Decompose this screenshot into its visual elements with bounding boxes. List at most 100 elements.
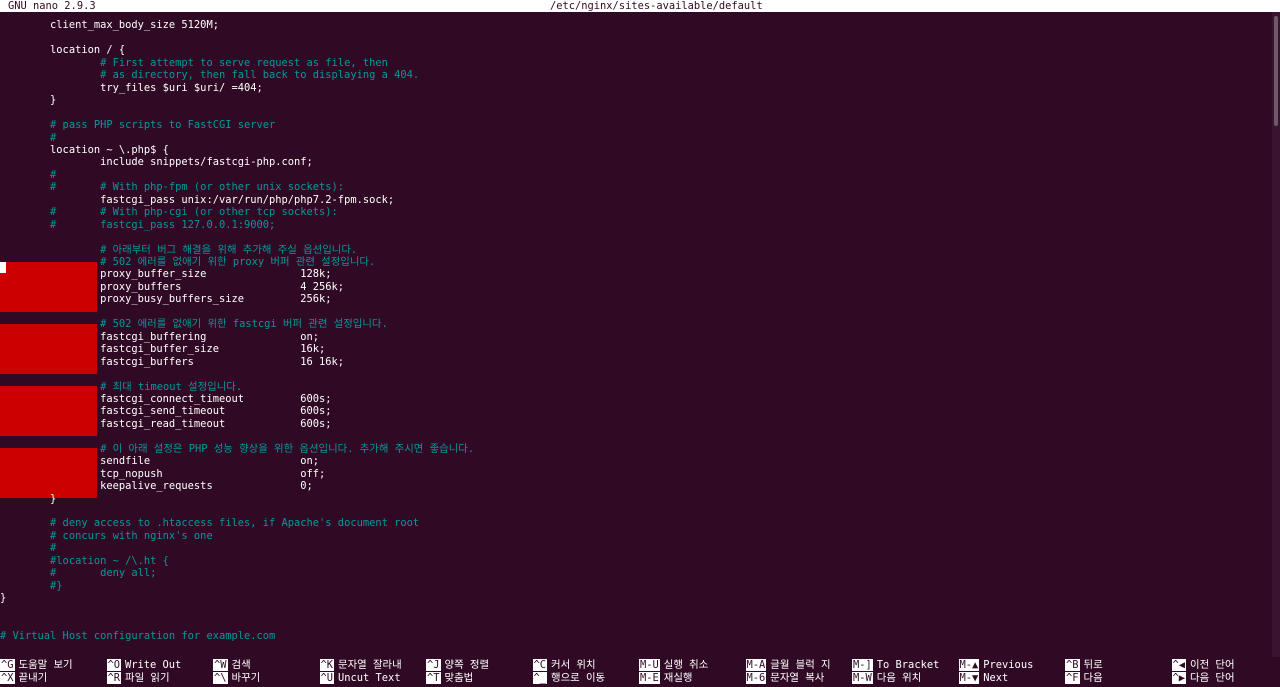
code-line: } bbox=[0, 492, 57, 505]
shortcut-key: ^▶ bbox=[1171, 672, 1187, 684]
shortcut-label: 뒤로 bbox=[1083, 659, 1103, 671]
code-comment-line: # 이 아래 설정은 PHP 성능 향상을 위한 옵션입니다. 추가해 주시면 … bbox=[0, 442, 475, 455]
code-line: sendfile on; bbox=[0, 455, 320, 468]
code-line: proxy_buffers 4 256k; bbox=[0, 280, 345, 293]
shortcut-item[interactable]: ^U Uncut Text bbox=[319, 672, 401, 684]
shortcut-label: Write Out bbox=[125, 659, 182, 671]
code-comment-line: # 502 에러를 없애기 위한 fastcgi 버퍼 관련 설정입니다. bbox=[0, 318, 388, 331]
shortcut-key: M-6 bbox=[745, 672, 767, 684]
shortcut-label: 맞춤법 bbox=[444, 672, 474, 684]
shortcut-item[interactable]: M-E 재실행 bbox=[639, 672, 692, 684]
shortcut-item[interactable]: ^J 양쪽 정렬 bbox=[426, 659, 489, 671]
code-line: location / { bbox=[0, 44, 126, 57]
shortcut-item[interactable]: M-6 문자열 복사 bbox=[745, 672, 825, 684]
shortcut-item[interactable]: ^\ 바꾸기 bbox=[213, 672, 260, 684]
shortcut-label: 행으로 이동 bbox=[551, 672, 606, 684]
shortcut-item[interactable]: M-] To Bracket bbox=[852, 659, 939, 671]
shortcut-key: M-W bbox=[852, 672, 873, 684]
shortcut-key: ^\ bbox=[213, 672, 228, 684]
shortcut-item[interactable]: ^W 검색 bbox=[213, 659, 251, 671]
shortcut-item[interactable]: ^B 뒤로 bbox=[1065, 659, 1103, 671]
shortcut-item[interactable]: M-A 글월 블럭 지 bbox=[745, 659, 831, 671]
shortcut-item[interactable]: ^_ 행으로 이동 bbox=[532, 672, 606, 684]
code-line: include snippets/fastcgi-php.conf; bbox=[0, 156, 313, 169]
code-line: fastcgi_send_timeout 600s; bbox=[0, 405, 332, 418]
shortcut-key: ^F bbox=[1065, 672, 1080, 684]
shortcut-item[interactable]: ^C 커서 위치 bbox=[532, 659, 596, 671]
code-comment-line: # # With php-cgi (or other tcp sockets): bbox=[0, 206, 338, 219]
shortcut-item[interactable]: ^◀ 이전 단어 bbox=[1171, 659, 1235, 671]
code-comment-line: # 최대 timeout 설정입니다. bbox=[0, 380, 243, 393]
code-comment-line: # as directory, then fall back to displa… bbox=[0, 69, 420, 82]
shortcut-label: 바꾸기 bbox=[231, 672, 261, 684]
code-comment-line: # concurs with nginx's one bbox=[0, 529, 213, 542]
shortcut-key: ^B bbox=[1065, 659, 1080, 671]
shortcut-item[interactable]: M-U 실행 취소 bbox=[639, 659, 708, 671]
shortcut-label: Next bbox=[983, 672, 1009, 684]
code-line: keepalive_requests 0; bbox=[0, 480, 313, 493]
shortcut-key: ^G bbox=[0, 659, 15, 671]
shortcut-item[interactable]: ^G 도움말 보기 bbox=[0, 659, 73, 671]
code-comment-line: # 아래부터 버그 해결을 위해 추가해 주실 옵션입니다. bbox=[0, 243, 358, 256]
shortcut-item[interactable]: ^▶ 다음 단어 bbox=[1171, 672, 1235, 684]
shortcut-key: ^K bbox=[319, 659, 335, 671]
nano-title-bar: GNU nano 2.9.3 /etc/nginx/sites-availabl… bbox=[0, 0, 1280, 12]
code-line: proxy_busy_buffers_size 256k; bbox=[0, 293, 332, 306]
shortcut-label: To Bracket bbox=[876, 659, 940, 671]
shortcut-item[interactable]: ^F 다음 bbox=[1065, 672, 1103, 684]
shortcut-item[interactable]: M-▼ Next bbox=[958, 672, 1009, 684]
shortcut-item[interactable]: ^R 파일 읽기 bbox=[106, 672, 170, 684]
code-line: fastcgi_buffers 16 16k; bbox=[0, 355, 345, 368]
code-line: fastcgi_connect_timeout 600s; bbox=[0, 392, 332, 405]
shortcut-label: 양쪽 정렬 bbox=[444, 659, 490, 671]
shortcut-key: ^T bbox=[426, 672, 441, 684]
shortcut-item[interactable]: ^K 문자열 잘라내 bbox=[319, 659, 402, 671]
shortcut-key: M-A bbox=[745, 659, 767, 671]
shortcut-key: ^R bbox=[106, 672, 122, 684]
code-comment-line: # First attempt to serve request as file… bbox=[0, 56, 388, 69]
shortcut-label: 재실행 bbox=[663, 672, 693, 684]
shortcut-item[interactable]: ^T 맞춤법 bbox=[426, 672, 473, 684]
code-comment-line: # Virtual Host configuration for example… bbox=[0, 629, 276, 642]
shortcut-label: Previous bbox=[983, 659, 1034, 671]
shortcut-key: M-▲ bbox=[958, 659, 980, 671]
code-comment-line: # bbox=[0, 131, 57, 144]
shortcut-item[interactable]: ^X 끝내기 bbox=[0, 672, 47, 684]
shortcut-key: ^X bbox=[0, 672, 15, 684]
shortcut-label: 실행 취소 bbox=[663, 659, 709, 671]
code-line: fastcgi_buffer_size 16k; bbox=[0, 343, 326, 356]
shortcut-key: M-▼ bbox=[958, 672, 980, 684]
code-line: fastcgi_read_timeout 600s; bbox=[0, 417, 332, 430]
code-line: proxy_buffer_size 128k; bbox=[0, 268, 332, 281]
code-line: } bbox=[0, 94, 57, 107]
code-comment-line: # deny access to .htaccess files, if Apa… bbox=[0, 517, 420, 530]
code-comment-line: # 502 에러를 없애기 위한 proxy 버퍼 관련 설정입니다. bbox=[0, 256, 376, 268]
shortcut-key: ^_ bbox=[532, 672, 548, 684]
shortcut-item[interactable]: ^O Write Out bbox=[106, 659, 182, 671]
code-comment-line: # bbox=[0, 168, 57, 181]
shortcut-label: 다음 bbox=[1083, 672, 1103, 684]
shortcut-label: 이전 단어 bbox=[1190, 659, 1235, 671]
shortcut-key: ^W bbox=[213, 659, 228, 671]
code-line: try_files $uri $uri/ =404; bbox=[0, 81, 263, 94]
code-line: tcp_nopush off; bbox=[0, 467, 326, 480]
scrollbar-thumb[interactable] bbox=[1274, 16, 1278, 126]
shortcut-item[interactable]: M-▲ Previous bbox=[958, 659, 1034, 671]
shortcut-label: 문자열 복사 bbox=[770, 672, 825, 684]
scrollbar[interactable] bbox=[1272, 12, 1280, 657]
shortcut-item[interactable]: M-W 다음 위치 bbox=[852, 672, 921, 684]
code-comment-line: # pass PHP scripts to FastCGI server bbox=[0, 119, 276, 132]
shortcut-key: ^◀ bbox=[1171, 659, 1187, 671]
code-line: fastcgi_pass unix:/var/run/php/php7.2-fp… bbox=[0, 193, 395, 206]
shortcut-label: Uncut Text bbox=[338, 672, 401, 684]
code-line: client_max_body_size 5120M; bbox=[0, 19, 219, 32]
code-line: location ~ \.php$ { bbox=[0, 143, 169, 156]
shortcut-key: ^C bbox=[532, 659, 548, 671]
code-comment-line: # bbox=[0, 542, 57, 555]
shortcut-label: 문자열 잘라내 bbox=[338, 659, 402, 671]
shortcut-label: 끝내기 bbox=[18, 672, 48, 684]
editor-text-area[interactable]: client_max_body_size 5120M; location / {… bbox=[0, 12, 1272, 657]
shortcut-label: 검색 bbox=[231, 659, 251, 671]
code-comment-line: # deny all; bbox=[0, 567, 157, 580]
shortcut-label: 도움말 보기 bbox=[18, 659, 73, 671]
